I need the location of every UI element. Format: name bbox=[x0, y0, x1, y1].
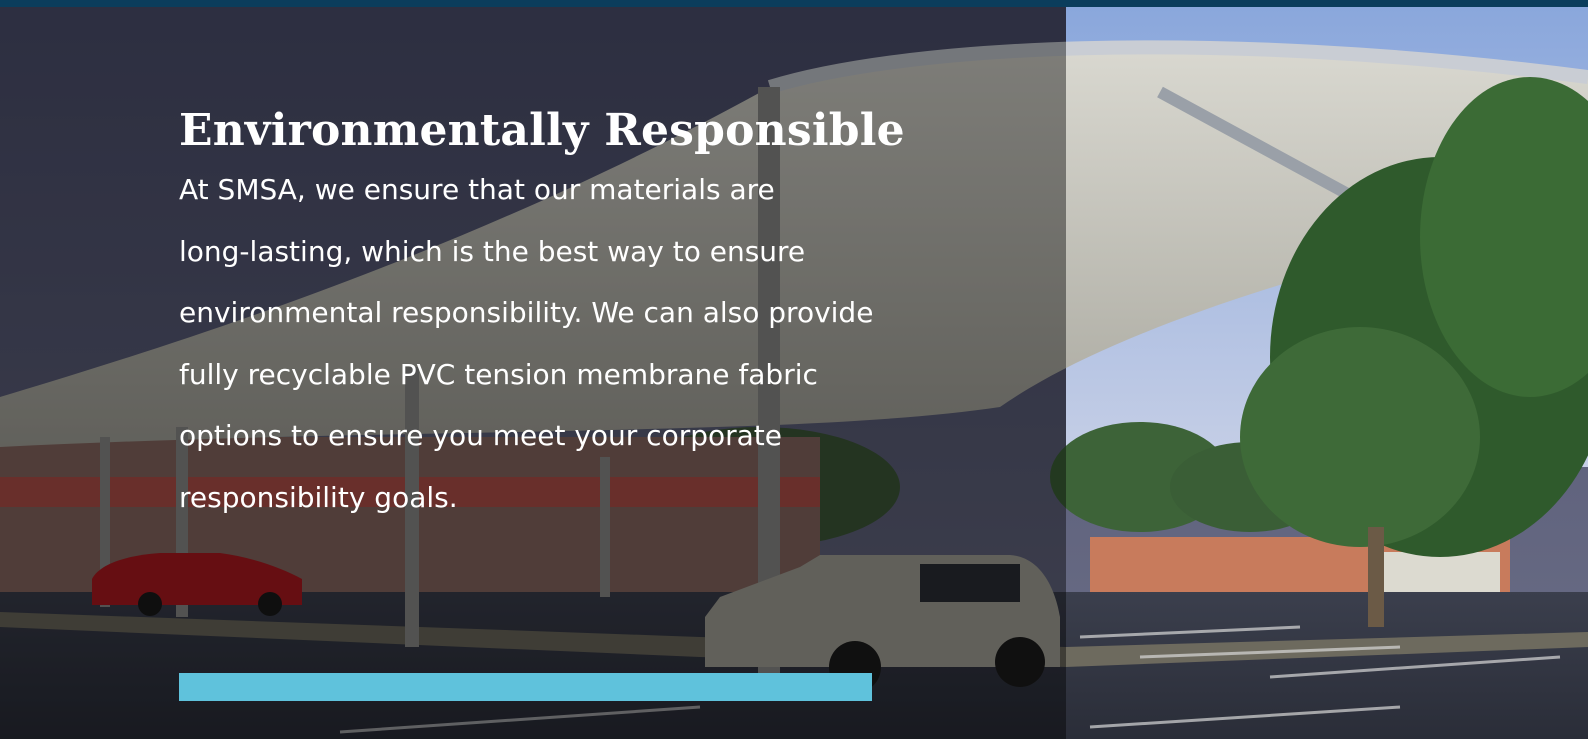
progress-bar bbox=[179, 673, 872, 701]
paragraph-line: environmental responsibility. We can als… bbox=[179, 296, 874, 329]
top-accent-bar bbox=[0, 0, 1588, 7]
progress-bar-fill bbox=[179, 673, 872, 701]
paragraph-line: options to ensure you meet your corporat… bbox=[179, 419, 782, 452]
hero-content: Environmentally Responsible At SMSA, we … bbox=[179, 103, 919, 528]
section-heading: Environmentally Responsible bbox=[179, 105, 905, 156]
paragraph-line: At SMSA, we ensure that our materials ar… bbox=[179, 173, 775, 206]
paragraph-line: fully recyclable PVC tension membrane fa… bbox=[179, 357, 818, 391]
paragraph-line: responsibility goals. bbox=[179, 480, 458, 514]
paragraph-line: long-lasting, which is the best way to e… bbox=[179, 234, 806, 268]
section-paragraph: At SMSA, we ensure that our materials ar… bbox=[179, 159, 919, 528]
